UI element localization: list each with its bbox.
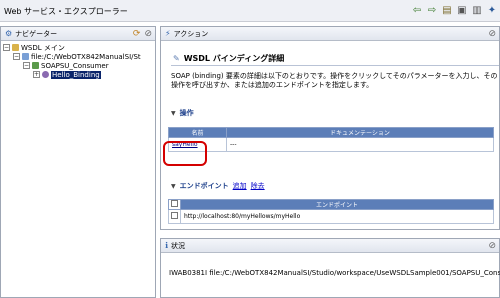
column-header-name: 名前 [168, 127, 227, 138]
endpoint-checkbox[interactable] [171, 212, 178, 219]
endpoints-heading: ▼ エンドポイント 追加 除去 [171, 181, 265, 191]
wsil-page-icon[interactable]: ▥ [471, 4, 483, 16]
service-icon [32, 62, 39, 69]
forward-icon[interactable]: ⇨ [426, 4, 438, 16]
navigator-header: ⚙ ナビゲーター ⟳ ⊘ [1, 27, 155, 41]
clear-icon[interactable]: ⊘ [488, 29, 496, 39]
binding-icon [42, 71, 49, 78]
navigator-pane: ⚙ ナビゲーター ⟳ ⊘ − WSDL メイン − file:/C:/WebOT… [0, 26, 156, 298]
uddi-page-icon[interactable]: ✦ [486, 4, 498, 16]
remove-endpoint-link[interactable]: 除去 [251, 181, 265, 191]
operations-heading[interactable]: ▼ 操作 [171, 108, 194, 118]
favorites-icon[interactable]: ▤ [441, 4, 453, 16]
collapse-icon[interactable]: − [3, 44, 10, 51]
back-icon[interactable]: ⇦ [411, 4, 423, 16]
operations-table: 名前 ドキュメンテーション sayHello --- [168, 127, 494, 152]
status-title: 状況 [171, 241, 186, 250]
actions-icon: ⚡ [165, 29, 171, 38]
wsdl-folder-icon [12, 44, 19, 51]
wsdl-file-icon [22, 53, 29, 60]
divider [171, 65, 499, 66]
table-row [168, 209, 494, 224]
navigator-icon: ⚙ [5, 29, 13, 38]
endpoint-url-field[interactable] [184, 213, 484, 220]
toolbar: ⇦ ⇨ ▤ ▣ ▥ ✦ [411, 4, 498, 16]
status-header: ℹ 状況 ⊘ [161, 239, 499, 253]
column-header-endpoint: エンドポイント [180, 199, 494, 210]
binding-icon: ✎ [173, 54, 180, 63]
operation-documentation: --- [226, 137, 494, 152]
table-row: sayHello --- [168, 137, 494, 152]
clear-icon[interactable]: ⊘ [144, 29, 152, 39]
select-all-checkbox[interactable] [171, 200, 178, 207]
actions-pane: ⚡ アクション ⊘ ✎ WSDL バインディング詳細 SOAP (binding… [160, 26, 500, 230]
collapse-icon[interactable]: − [13, 53, 20, 60]
binding-details-title: ✎ WSDL バインディング詳細 [173, 54, 285, 63]
binding-description: SOAP (binding) 要素の詳細は以下のとおりです。操作をクリックしてそ… [171, 72, 498, 89]
refresh-icon[interactable]: ⟳ [133, 29, 141, 39]
navigator-tree: − WSDL メイン − file:/C:/WebOTX842ManualSI/… [1, 41, 155, 81]
actions-title: アクション [173, 29, 209, 38]
expand-icon[interactable]: + [33, 71, 40, 78]
actions-header: ⚡ アクション ⊘ [161, 27, 499, 41]
highlight-ring [163, 141, 207, 166]
tree-node-binding[interactable]: + Hello_Binding [3, 70, 153, 79]
collapse-icon[interactable]: − [23, 62, 30, 69]
column-header-documentation: ドキュメンテーション [226, 127, 494, 138]
add-endpoint-link[interactable]: 追加 [233, 181, 247, 191]
status-message: IWAB0381I file:/C:/WebOTX842ManualSI/Stu… [169, 269, 500, 277]
info-icon: ℹ [165, 241, 169, 250]
chevron-down-icon[interactable]: ▼ [171, 110, 176, 117]
status-pane: ℹ 状況 ⊘ IWAB0381I file:/C:/WebOTX842Manua… [160, 238, 500, 298]
clear-icon[interactable]: ⊘ [488, 241, 496, 251]
title-bar: Web サービス・エクスプローラー ⇦ ⇨ ▤ ▣ ▥ ✦ [0, 0, 500, 22]
window-title: Web サービス・エクスプローラー [4, 7, 128, 16]
tree-node-wsdl-main[interactable]: − WSDL メイン [3, 43, 153, 52]
tree-node-wsdl-file[interactable]: − file:/C:/WebOTX842ManualSI/St [3, 52, 153, 61]
chevron-down-icon[interactable]: ▼ [171, 183, 176, 190]
wsdl-page-icon[interactable]: ▣ [456, 4, 468, 16]
tree-node-service[interactable]: − SOAPSU_Consumer [3, 61, 153, 70]
navigator-title: ナビゲーター [15, 29, 58, 38]
select-all-header [168, 199, 181, 210]
endpoints-table: エンドポイント [168, 199, 494, 224]
